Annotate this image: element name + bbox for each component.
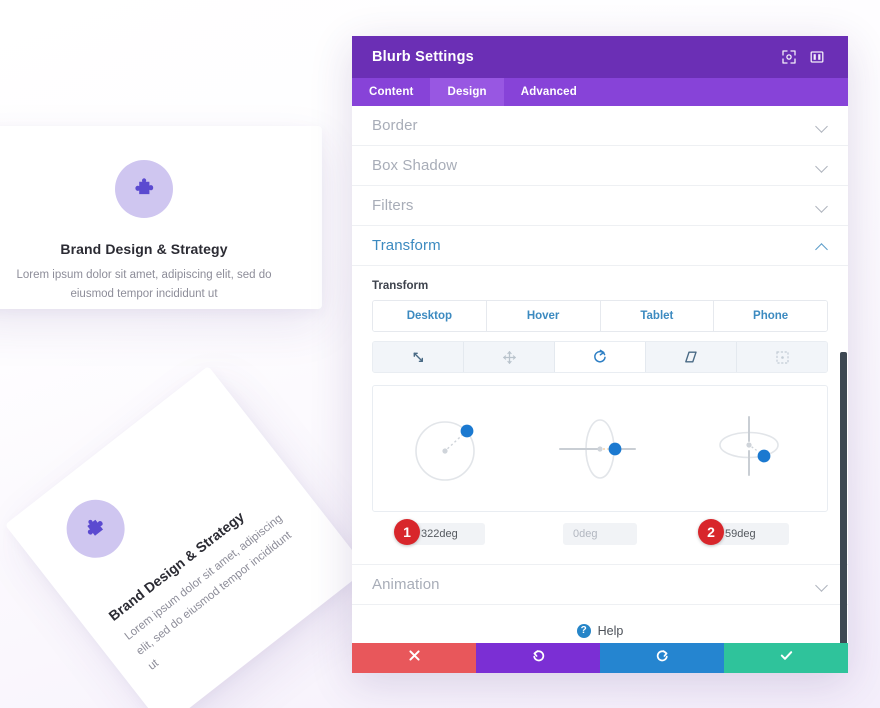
panel-tab-bar: Content Design Advanced: [352, 78, 848, 106]
device-tab-tablet[interactable]: Tablet: [600, 301, 715, 331]
redo-button[interactable]: [600, 643, 724, 673]
device-tab-desktop[interactable]: Desktop: [373, 301, 487, 331]
puzzle-piece-icon: [115, 160, 173, 218]
chevron-down-icon: [816, 120, 828, 132]
save-button[interactable]: [724, 643, 848, 673]
chevron-down-icon: [816, 579, 828, 591]
annotation-badge-2: 2: [698, 519, 724, 545]
section-header-transform[interactable]: Transform: [352, 226, 848, 266]
redo-arrow-icon: [655, 648, 670, 668]
transform-field-label: Transform: [372, 280, 429, 292]
blurb-card-preview[interactable]: Brand Design & Strategy Lorem ipsum dolo…: [0, 126, 322, 309]
rotation-dial-group: [372, 385, 828, 512]
translate-move-icon[interactable]: [464, 342, 555, 372]
section-label: Box Shadow: [372, 157, 458, 174]
blurb-description: Lorem ipsum dolor sit amet, adipiscing e…: [16, 269, 272, 300]
section-header-box-shadow[interactable]: Box Shadow: [352, 146, 848, 186]
chevron-down-icon: [816, 200, 828, 212]
rotate-y-input[interactable]: [563, 523, 637, 545]
blurb-card-rotated[interactable]: Brand Design & Strategy Lorem ipsum dolo…: [4, 365, 352, 708]
scale-icon[interactable]: [373, 342, 464, 372]
section-label: Animation: [372, 576, 440, 593]
device-tab-phone[interactable]: Phone: [714, 301, 827, 331]
rotate-z-value-cell: 1: [372, 519, 524, 546]
close-x-icon: [408, 649, 421, 667]
rotate-y-dial[interactable]: [545, 399, 655, 499]
blurb-title: Brand Design & Strategy: [60, 241, 228, 257]
panel-header: Blurb Settings: [352, 36, 848, 78]
section-label: Border: [372, 117, 418, 134]
help-question-icon: ?: [576, 624, 591, 638]
checkmark-icon: [779, 648, 794, 668]
chevron-up-icon: [816, 240, 828, 252]
annotation-badge-1: 1: [394, 519, 420, 545]
skew-icon[interactable]: [646, 342, 737, 372]
blurb-settings-panel: Blurb Settings Content Design Advanced B…: [352, 36, 848, 673]
panel-scroll-body: Border Box Shadow Filters Transform Tran…: [352, 106, 848, 643]
section-header-border[interactable]: Border: [352, 106, 848, 146]
blurb-card-rotated-wrapper: Brand Design & Strategy Lorem ipsum dolo…: [4, 365, 352, 708]
device-tab-group: Desktop Hover Tablet Phone: [372, 300, 828, 332]
section-header-animation[interactable]: Animation: [352, 565, 848, 605]
tab-advanced[interactable]: Advanced: [504, 78, 594, 106]
transform-section-body: Transform Desktop Hover Tablet Phone 1 3…: [352, 266, 848, 565]
rotate-icon[interactable]: [555, 342, 646, 372]
panel-layout-toggle-icon[interactable]: [806, 46, 828, 68]
section-label: Filters: [372, 197, 414, 214]
page-title: Blurb Settings: [372, 49, 474, 65]
rotate-z-dial[interactable]: [394, 399, 504, 499]
rotate-z-input[interactable]: [411, 523, 485, 545]
transform-origin-icon[interactable]: [737, 342, 827, 372]
fullscreen-expand-icon[interactable]: [778, 46, 800, 68]
rotate-y-value-cell: [524, 522, 676, 546]
undo-arrow-icon: [531, 648, 546, 668]
section-label: Transform: [372, 237, 441, 254]
device-tab-hover[interactable]: Hover: [486, 301, 601, 331]
section-header-filters[interactable]: Filters: [352, 186, 848, 226]
help-label: Help: [597, 624, 624, 638]
chevron-down-icon: [816, 160, 828, 172]
rotate-x-dial[interactable]: [696, 399, 806, 499]
rotate-x-input[interactable]: [715, 523, 789, 545]
panel-scrollbar-thumb[interactable]: [840, 352, 847, 643]
cancel-button[interactable]: [352, 643, 476, 673]
undo-button[interactable]: [476, 643, 600, 673]
rotate-x-value-cell: 2: [676, 519, 828, 546]
panel-action-bar: [352, 643, 848, 673]
rotation-value-row: 1 2: [372, 519, 828, 546]
tab-design[interactable]: Design: [430, 78, 504, 106]
preview-canvas: Brand Design & Strategy Lorem ipsum dolo…: [0, 0, 352, 708]
transform-mode-tab-group: [372, 341, 828, 373]
help-row[interactable]: ? Help: [352, 605, 848, 643]
puzzle-piece-icon: [54, 488, 137, 570]
tab-content[interactable]: Content: [352, 78, 430, 106]
